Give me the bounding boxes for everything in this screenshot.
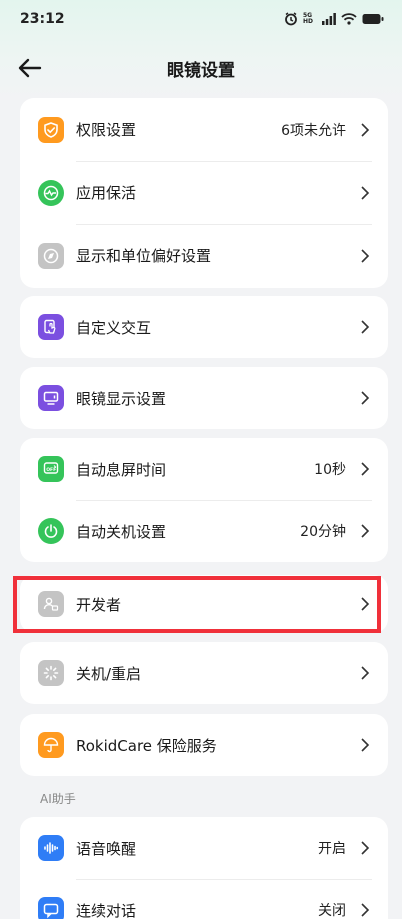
loading-spinner-icon [38, 660, 64, 686]
custom-interaction-label: 自定义交互 [76, 318, 152, 337]
chevron-right-icon [361, 524, 370, 538]
screen-off-item[interactable]: OFF 自动息屏时间 10秒 [20, 438, 388, 500]
page-title: 眼镜设置 [167, 60, 235, 81]
chevron-right-icon [361, 122, 370, 137]
shield-check-icon [38, 116, 64, 143]
ai-assistant-section-title: AI助手 [40, 792, 76, 806]
back-button[interactable] [14, 52, 46, 84]
keep-alive-label: 应用保活 [76, 184, 137, 202]
alarm-icon [285, 12, 297, 26]
heartbeat-icon [38, 179, 64, 206]
settings-card-interaction: 自定义交互 [20, 296, 388, 358]
chevron-right-icon [361, 666, 370, 680]
chevron-right-icon [361, 841, 370, 855]
continuous-chat-label: 连续对话 [76, 901, 137, 919]
developer-item[interactable]: 开发者 [20, 575, 388, 633]
keep-alive-item[interactable]: 应用保活 [20, 161, 388, 224]
chevron-right-icon [361, 462, 370, 476]
glasses-display-label: 眼镜显示设置 [76, 389, 167, 408]
settings-card-insurance: RokidCare 保险服务 [20, 714, 388, 776]
glasses-display-item[interactable]: 眼镜显示设置 [20, 367, 388, 429]
screen-off-value: 10秒 [314, 462, 346, 478]
power-icon [38, 518, 64, 544]
chevron-right-icon [361, 391, 370, 405]
chat-icon [38, 897, 64, 919]
settings-card-developer: 开发者 [20, 575, 388, 633]
voice-wake-item[interactable]: 语音唤醒 开启 [20, 817, 388, 879]
chevron-right-icon [361, 903, 370, 917]
battery-icon [362, 14, 384, 24]
custom-interaction-item[interactable]: 自定义交互 [20, 296, 388, 358]
chevron-right-icon [361, 185, 370, 200]
settings-card-power-timers: OFF 自动息屏时间 10秒 自动关机设置 20分钟 [20, 438, 388, 562]
insurance-label: RokidCare 保险服务 [76, 736, 217, 755]
continuous-chat-value: 关闭 [318, 903, 346, 919]
monitor-icon [38, 385, 64, 411]
permissions-item-row[interactable]: 权限设置 6项未允许 [20, 98, 388, 161]
status-time: 23:12 [20, 11, 65, 27]
chevron-right-icon [361, 597, 370, 611]
power-restart-label: 关机/重启 [76, 664, 142, 683]
arrow-left-icon [18, 58, 42, 78]
continuous-chat-item[interactable]: 连续对话 关闭 [20, 879, 388, 919]
umbrella-icon [38, 732, 64, 758]
developer-badge-icon [38, 591, 64, 617]
chevron-right-icon [361, 320, 370, 334]
touch-gesture-icon [38, 314, 64, 340]
permissions-label: 权限设置 [76, 121, 137, 139]
permissions-value: 6项未允许 [281, 122, 346, 139]
settings-card-general-rows: 权限设置 6项未允许 应用保活 显示和单位偏好设置 [20, 98, 388, 288]
voice-wake-label: 语音唤醒 [76, 839, 137, 858]
waveform-icon [38, 835, 64, 861]
auto-shutdown-value: 20分钟 [300, 524, 346, 540]
auto-shutdown-item[interactable]: 自动关机设置 20分钟 [20, 500, 388, 562]
screen-off-icon: OFF [38, 456, 64, 482]
chevron-right-icon [361, 738, 370, 752]
display-units-item[interactable]: 显示和单位偏好设置 [20, 224, 388, 287]
settings-card-power: 关机/重启 [20, 642, 388, 704]
cellular-signal-icon [322, 13, 336, 25]
status-icons: 5G HD [284, 12, 384, 26]
wifi-icon [341, 13, 357, 25]
developer-label: 开发者 [76, 595, 122, 614]
display-units-label: 显示和单位偏好设置 [76, 247, 212, 265]
status-bar: 23:12 5G HD [0, 0, 402, 38]
compass-icon [38, 242, 64, 269]
chevron-right-icon [361, 248, 370, 263]
insurance-item[interactable]: RokidCare 保险服务 [20, 714, 388, 776]
power-restart-item[interactable]: 关机/重启 [20, 642, 388, 704]
nav-bar: 眼镜设置 [0, 44, 402, 92]
network-type-label: 5G HD [303, 12, 314, 25]
settings-card-ai: 语音唤醒 开启 连续对话 关闭 [20, 817, 388, 919]
auto-shutdown-label: 自动关机设置 [76, 522, 167, 541]
settings-card-display: 眼镜显示设置 [20, 367, 388, 429]
screen-off-label: 自动息屏时间 [76, 460, 167, 479]
voice-wake-value: 开启 [318, 841, 346, 857]
